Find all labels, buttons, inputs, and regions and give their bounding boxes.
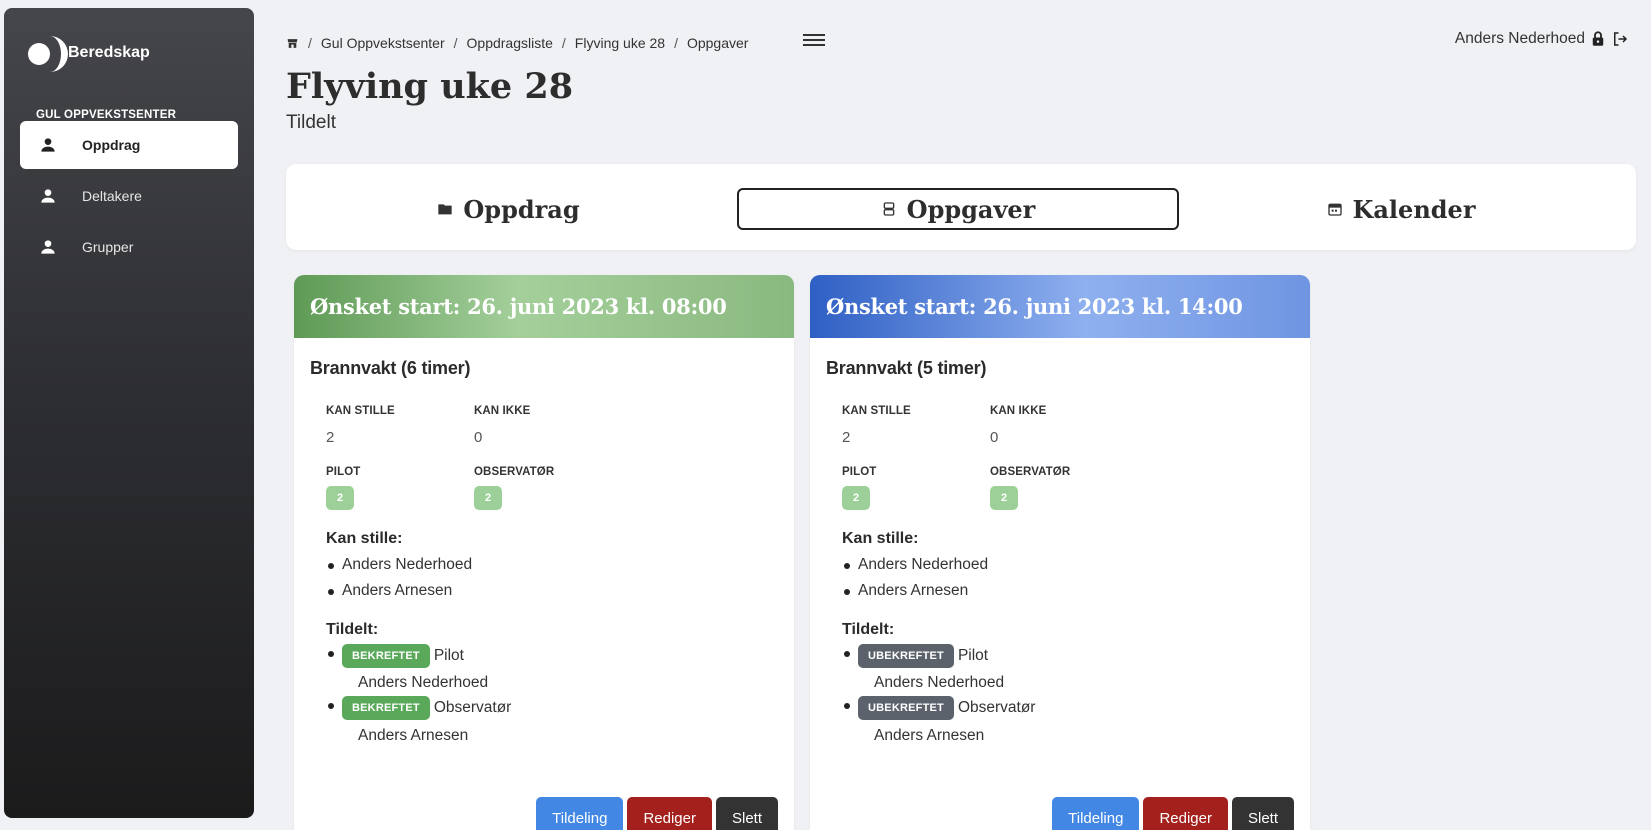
count-badge: 2 (326, 486, 354, 510)
role-label: Pilot (433, 647, 464, 664)
count-badge: 2 (474, 486, 502, 510)
sidebar: Beredskap GUL OPPVEKSTSENTER Oppdrag Del… (4, 8, 254, 818)
edit-button[interactable]: Rediger (1143, 797, 1228, 830)
sidebar-section-label: GUL OPPVEKSTSENTER (36, 109, 177, 121)
task-title: Brannvakt (5 timer) (826, 358, 987, 378)
logo-icon (24, 34, 68, 74)
sidebar-item-grupper[interactable]: Grupper (20, 223, 238, 271)
stat-value: 0 (990, 429, 999, 446)
page-title: Flyving uke 28 (286, 66, 574, 107)
list-item: Anders Arnesen (327, 582, 453, 599)
assignee-name: Anders Arnesen (358, 727, 469, 744)
list-item: UBEKREFTET Pilot (843, 644, 989, 668)
card-actions: Tildeling Rediger Slett (1048, 797, 1294, 830)
calendar-icon (1327, 201, 1343, 217)
person-icon (38, 186, 58, 206)
breadcrumb-current: Oppgaver (686, 35, 749, 51)
task-card: Ønsket start: 26. juni 2023 kl. 14:00 Br… (810, 275, 1310, 830)
folder-icon (437, 201, 453, 217)
breadcrumb-separator: / (453, 35, 458, 51)
assign-button[interactable]: Tildeling (1052, 797, 1140, 830)
logout-icon[interactable] (1611, 30, 1629, 48)
brand-name: Beredskap (68, 44, 150, 61)
breadcrumb-link[interactable]: Gul Oppvekstsenter (321, 35, 445, 51)
role-label: Pilot (957, 647, 989, 664)
stat-label: KAN STILLE (326, 405, 395, 417)
tab-label: Kalender (1352, 194, 1476, 224)
count-badge: 2 (990, 486, 1018, 510)
sidebar-item-label: Oppdrag (82, 137, 141, 153)
status-badge: UBEKREFTET (858, 644, 954, 668)
tab-kalender[interactable]: Kalender (1326, 188, 1476, 230)
tab-bar: Oppdrag Oppgaver Kalender (286, 164, 1636, 250)
assignee-name: Anders Arnesen (874, 727, 985, 744)
card-actions: Tildeling Rediger Slett (532, 797, 778, 830)
sidebar-item-label: Grupper (82, 239, 134, 255)
sidebar-item-label: Deltakere (82, 188, 142, 204)
breadcrumb-link[interactable]: Flyving uke 28 (575, 35, 665, 51)
tab-oppdrag[interactable]: Oppdrag (436, 188, 581, 230)
sidebar-item-oppdrag[interactable]: Oppdrag (20, 121, 238, 169)
list-item: BEKREFTET Pilot (328, 644, 464, 668)
delete-button[interactable]: Slett (715, 797, 778, 830)
tab-oppgaver[interactable]: Oppgaver (737, 188, 1179, 230)
assignee-name: Anders Nederhoed (874, 674, 1005, 691)
stat-label: PILOT (326, 466, 361, 478)
card-header: Ønsket start: 26. juni 2023 kl. 14:00 (810, 275, 1310, 338)
tab-label: Oppdrag (463, 194, 580, 224)
section-title: Kan stille: (842, 530, 919, 547)
stat-label: KAN IKKE (990, 405, 1047, 417)
breadcrumb-separator: / (561, 35, 566, 51)
delete-button[interactable]: Slett (1231, 797, 1294, 830)
section-title: Tildelt: (842, 621, 895, 638)
stat-value: 2 (326, 429, 335, 446)
user-area: Anders Nederhoed (1455, 30, 1629, 48)
assign-button[interactable]: Tildeling (536, 797, 624, 830)
list-icon (881, 201, 897, 217)
count-badge: 2 (842, 486, 870, 510)
list-item: UBEKREFTET Observatør (843, 696, 1036, 720)
section-title: Tildelt: (326, 621, 379, 638)
edit-button[interactable]: Rediger (627, 797, 712, 830)
status-badge: UBEKREFTET (858, 696, 954, 720)
hamburger-menu-icon[interactable] (803, 31, 825, 51)
tab-label: Oppgaver (906, 194, 1036, 224)
breadcrumb: / Gul Oppvekstsenter / Oppdragsliste / F… (286, 35, 748, 51)
card-header: Ønsket start: 26. juni 2023 kl. 08:00 (294, 275, 794, 338)
home-icon[interactable] (286, 37, 299, 50)
person-icon (38, 237, 58, 257)
stat-label: PILOT (842, 466, 877, 478)
stat-label: OBSERVATØR (474, 466, 555, 478)
lock-icon[interactable] (1589, 30, 1607, 48)
user-name[interactable]: Anders Nederhoed (1455, 30, 1585, 48)
task-title: Brannvakt (6 timer) (310, 358, 471, 378)
breadcrumb-link[interactable]: Oppdragsliste (467, 35, 553, 51)
stat-value: 2 (842, 429, 851, 446)
page-subtitle: Tildelt (286, 112, 336, 133)
stat-label: OBSERVATØR (990, 466, 1071, 478)
status-badge: BEKREFTET (342, 644, 430, 668)
role-label: Observatør (433, 699, 512, 716)
person-icon (38, 135, 58, 155)
breadcrumb-separator: / (674, 35, 678, 51)
sidebar-item-deltakere[interactable]: Deltakere (20, 172, 238, 220)
status-badge: BEKREFTET (342, 696, 430, 720)
assignee-name: Anders Nederhoed (358, 674, 489, 691)
task-card: Ønsket start: 26. juni 2023 kl. 08:00 Br… (294, 275, 794, 830)
role-label: Observatør (957, 699, 1036, 716)
stat-label: KAN IKKE (474, 405, 531, 417)
list-item: BEKREFTET Observatør (327, 696, 512, 720)
list-item: Anders Nederhoed (327, 556, 473, 573)
section-title: Kan stille: (326, 530, 403, 547)
stat-label: KAN STILLE (842, 405, 911, 417)
list-item: Anders Nederhoed (843, 556, 989, 573)
breadcrumb-separator: / (308, 35, 312, 51)
brand[interactable]: Beredskap (24, 34, 150, 74)
list-item: Anders Arnesen (843, 582, 969, 599)
stat-value: 0 (474, 429, 483, 446)
